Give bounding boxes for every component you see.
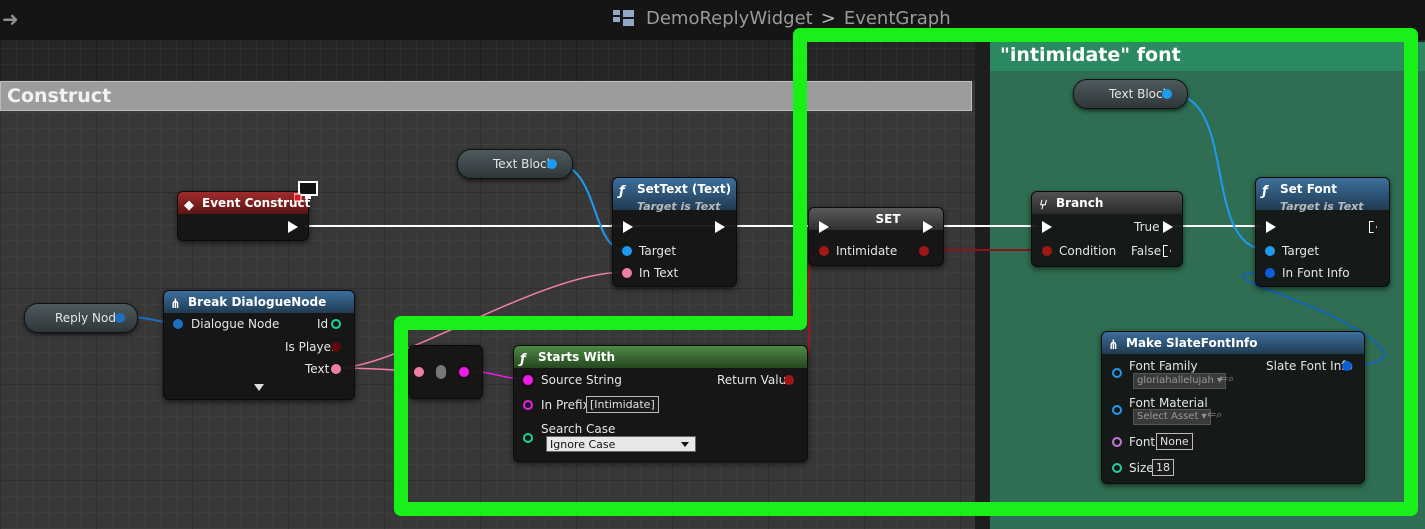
highlight-outline [394,28,1418,516]
